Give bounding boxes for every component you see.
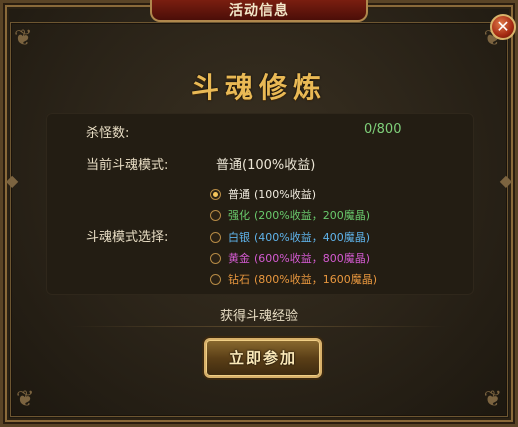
join-now-label: 立即参加: [228, 349, 297, 367]
radio-selected-icon[interactable]: [210, 188, 221, 200]
radio-icon[interactable]: [210, 273, 221, 285]
mode-option-diamond[interactable]: 钻石 (800%收益，1600魔晶): [210, 271, 377, 287]
mode-option-normal[interactable]: 普通 (100%收益): [210, 186, 316, 202]
ornament-corner-icon: ❦: [16, 387, 35, 412]
ornament-side-icon: ◆: [499, 171, 512, 190]
radio-icon[interactable]: [210, 252, 221, 264]
page-title: 斗魂修炼: [190, 71, 327, 104]
mode-option-name: 钻石: [228, 273, 250, 286]
gain-description: 获得斗魂经验: [219, 309, 298, 324]
mode-option-detail: (200%收益，200魔晶): [254, 209, 371, 222]
mode-option-detail: (100%收益): [254, 188, 317, 201]
join-now-button[interactable]: 立即参加: [204, 338, 322, 378]
ornament-corner-icon: ❦: [483, 387, 502, 412]
current-mode-value: 普通(100%收益): [216, 158, 316, 173]
radio-icon[interactable]: [210, 209, 221, 221]
mode-option-name: 普通: [228, 188, 250, 201]
divider: [70, 326, 448, 327]
window-title-bar: 活动信息: [150, 0, 368, 22]
ornament-corner-icon: ❦: [14, 26, 33, 51]
mode-option-detail: (800%收益，1600魔晶): [254, 273, 378, 286]
kill-count-label: 杀怪数:: [86, 126, 130, 141]
mode-option-name: 强化: [228, 209, 250, 222]
mode-option-detail: (600%收益，800魔晶): [254, 252, 371, 265]
current-mode-label: 当前斗魂模式:: [86, 158, 169, 173]
window-title: 活动信息: [229, 3, 289, 19]
mode-option-strengthen[interactable]: 强化 (200%收益，200魔晶): [210, 207, 370, 223]
mode-option-detail: (400%收益，400魔晶): [254, 231, 371, 244]
radio-icon[interactable]: [210, 231, 221, 243]
close-icon: ✕: [496, 17, 510, 36]
mode-select-label: 斗魂模式选择:: [86, 230, 169, 245]
mode-option-name: 黄金: [228, 252, 250, 265]
ornament-side-icon: ◆: [6, 171, 19, 190]
mode-option-silver[interactable]: 白银 (400%收益，400魔晶): [210, 229, 370, 245]
close-button[interactable]: ✕: [490, 14, 516, 40]
mode-option-gold[interactable]: 黄金 (600%收益，800魔晶): [210, 250, 370, 266]
mode-option-name: 白银: [228, 231, 250, 244]
kill-count-value: 0/800: [364, 122, 402, 137]
